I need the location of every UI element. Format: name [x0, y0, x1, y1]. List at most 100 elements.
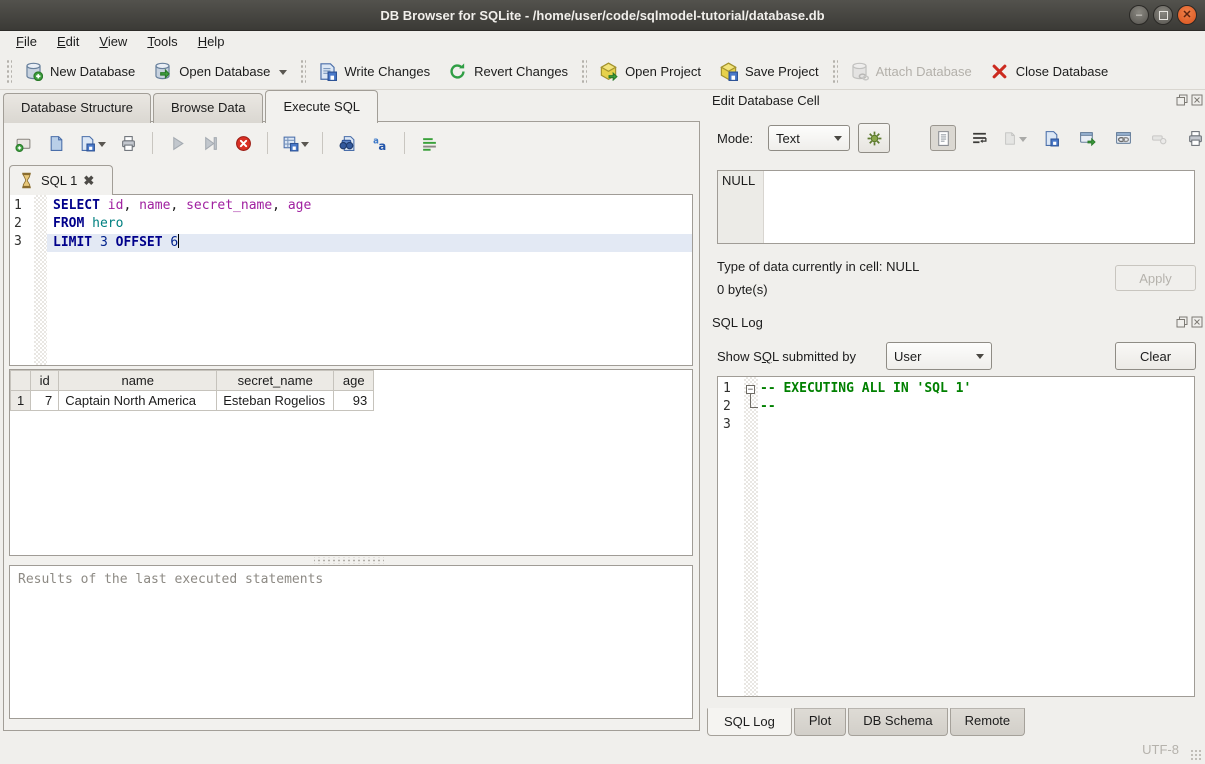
- editor-line[interactable]: 3LIMIT 3 OFFSET 6: [10, 234, 692, 252]
- cell-id[interactable]: 7: [31, 391, 59, 411]
- close-panel-icon[interactable]: [1191, 94, 1203, 106]
- word-wrap-button[interactable]: a a: [369, 132, 391, 154]
- column-header-age[interactable]: age: [334, 371, 374, 391]
- dock-tab-sql-log[interactable]: SQL Log: [707, 708, 792, 736]
- corner-header[interactable]: [11, 371, 31, 391]
- submitted-by-value: User: [894, 349, 921, 364]
- export-results-button[interactable]: [281, 132, 309, 154]
- titlebar: DB Browser for SQLite - /home/user/code/…: [0, 0, 1205, 31]
- menu-tools[interactable]: Tools: [137, 31, 187, 52]
- filter-label-post: L submitted by: [772, 349, 856, 364]
- menu-file[interactable]: File: [6, 31, 47, 52]
- toolbar-grip[interactable]: [5, 58, 12, 84]
- cell-name[interactable]: Captain North America: [59, 391, 217, 411]
- auto-apply-button[interactable]: [858, 123, 890, 153]
- open-in-external-button[interactable]: [1074, 125, 1100, 151]
- column-header-secret-name[interactable]: secret_name: [217, 371, 334, 391]
- resize-grip[interactable]: [1190, 749, 1202, 761]
- save-as-icon: [1043, 130, 1060, 147]
- float-panel-icon[interactable]: [1176, 94, 1188, 106]
- save-file-dropdown-icon[interactable]: [98, 142, 106, 151]
- dock-tab-db-schema[interactable]: DB Schema: [848, 708, 947, 736]
- sql-editor[interactable]: 1SELECT id, name, secret_name, age2FROM …: [9, 194, 693, 366]
- export-data-button[interactable]: [1038, 125, 1064, 151]
- write-changes-button[interactable]: Write Changes: [309, 57, 439, 86]
- column-header-name[interactable]: name: [59, 371, 217, 391]
- sql-document-tab[interactable]: SQL 1 ✖: [9, 165, 113, 195]
- cell-secret-name[interactable]: Esteban Rogelios: [217, 391, 334, 411]
- cell-age[interactable]: 93: [334, 391, 374, 411]
- word-wrap-button[interactable]: [966, 125, 992, 151]
- open-database-dropdown-icon[interactable]: [279, 70, 287, 79]
- text-mode-button[interactable]: [930, 125, 956, 151]
- save-project-button[interactable]: Save Project: [710, 57, 828, 86]
- close-button[interactable]: ✕: [1177, 5, 1197, 25]
- log-line[interactable]: 2--: [718, 399, 1194, 417]
- open-sql-file-button[interactable]: [45, 132, 67, 154]
- sql-log-panel-controls: [1176, 316, 1203, 328]
- results-grid[interactable]: id name secret_name age 1 7 Captain Nort…: [9, 369, 693, 556]
- dock-tab-remote[interactable]: Remote: [950, 708, 1026, 736]
- execution-message-area[interactable]: Results of the last executed statements: [9, 565, 693, 719]
- toolbar-grip[interactable]: [831, 58, 838, 84]
- format-sql-button[interactable]: [418, 132, 440, 154]
- encoding-indicator[interactable]: UTF-8: [1142, 742, 1179, 757]
- row-header[interactable]: 1: [11, 391, 31, 411]
- splitter-handle[interactable]: [314, 557, 384, 564]
- message-placeholder: Results of the last executed statements: [10, 566, 692, 593]
- open-file-icon: [48, 135, 65, 152]
- attach-database-label: Attach Database: [876, 64, 972, 79]
- new-database-button[interactable]: New Database: [15, 57, 144, 86]
- dock-tab-plot[interactable]: Plot: [794, 708, 846, 736]
- mode-select[interactable]: Text: [768, 125, 850, 151]
- minimize-button[interactable]: –: [1129, 5, 1149, 25]
- sql-log-viewer[interactable]: 1−-- EXECUTING ALL IN 'SQL 1'2--3: [717, 376, 1195, 697]
- toolbar-grip[interactable]: [580, 58, 587, 84]
- tab-execute-sql[interactable]: Execute SQL: [265, 90, 378, 123]
- line-number: 1: [10, 198, 34, 216]
- code-text: FROM hero: [47, 216, 692, 234]
- stop-icon: [235, 135, 252, 152]
- revert-changes-label: Revert Changes: [474, 64, 568, 79]
- import-dropdown-icon: [1019, 137, 1027, 146]
- open-database-button[interactable]: Open Database: [144, 57, 296, 86]
- close-panel-icon[interactable]: [1191, 316, 1203, 328]
- editor-line[interactable]: 1SELECT id, name, secret_name, age: [10, 198, 692, 216]
- revert-changes-button[interactable]: Revert Changes: [439, 57, 577, 86]
- fold-collapse-icon[interactable]: −: [746, 385, 755, 394]
- save-sql-file-button[interactable]: [78, 132, 106, 154]
- filter-label-underlined: Q: [762, 349, 772, 364]
- sql-log-lines: 1−-- EXECUTING ALL IN 'SQL 1'2--3: [718, 381, 1194, 435]
- print-sql-button[interactable]: [117, 132, 139, 154]
- submitted-by-select[interactable]: User: [886, 342, 992, 370]
- log-line[interactable]: 1−-- EXECUTING ALL IN 'SQL 1': [718, 381, 1194, 399]
- stop-button[interactable]: [232, 132, 254, 154]
- menu-help[interactable]: Help: [188, 31, 235, 52]
- editor-line[interactable]: 2FROM hero: [10, 216, 692, 234]
- column-header-id[interactable]: id: [31, 371, 59, 391]
- link-button[interactable]: [1110, 125, 1136, 151]
- close-tab-icon[interactable]: ✖: [83, 173, 94, 189]
- log-line[interactable]: 3: [718, 417, 1194, 435]
- open-project-button[interactable]: Open Project: [590, 57, 710, 86]
- find-replace-button[interactable]: [336, 132, 358, 154]
- maximize-button[interactable]: [1153, 5, 1173, 25]
- export-dropdown-icon[interactable]: [301, 142, 309, 151]
- import-file-icon: [1003, 130, 1017, 147]
- open-sql-tab-button[interactable]: [12, 132, 34, 154]
- svg-text:a: a: [378, 138, 386, 151]
- cell-content-editor[interactable]: NULL: [717, 170, 1195, 244]
- main-toolbar: New Database Open Database Write Changes…: [0, 53, 1205, 90]
- menu-edit[interactable]: Edit: [47, 31, 89, 52]
- tab-browse-data[interactable]: Browse Data: [153, 93, 263, 123]
- menu-view[interactable]: View: [89, 31, 137, 52]
- table-row[interactable]: 1 7 Captain North America Esteban Rogeli…: [11, 391, 374, 411]
- print-cell-button[interactable]: [1182, 125, 1205, 151]
- close-database-button[interactable]: Close Database: [981, 57, 1118, 86]
- tab-database-structure[interactable]: Database Structure: [3, 93, 151, 123]
- save-project-icon: [719, 62, 738, 81]
- clear-log-button[interactable]: Clear: [1115, 342, 1196, 370]
- float-panel-icon[interactable]: [1176, 316, 1188, 328]
- toolbar-grip[interactable]: [299, 58, 306, 84]
- open-database-label: Open Database: [179, 64, 270, 79]
